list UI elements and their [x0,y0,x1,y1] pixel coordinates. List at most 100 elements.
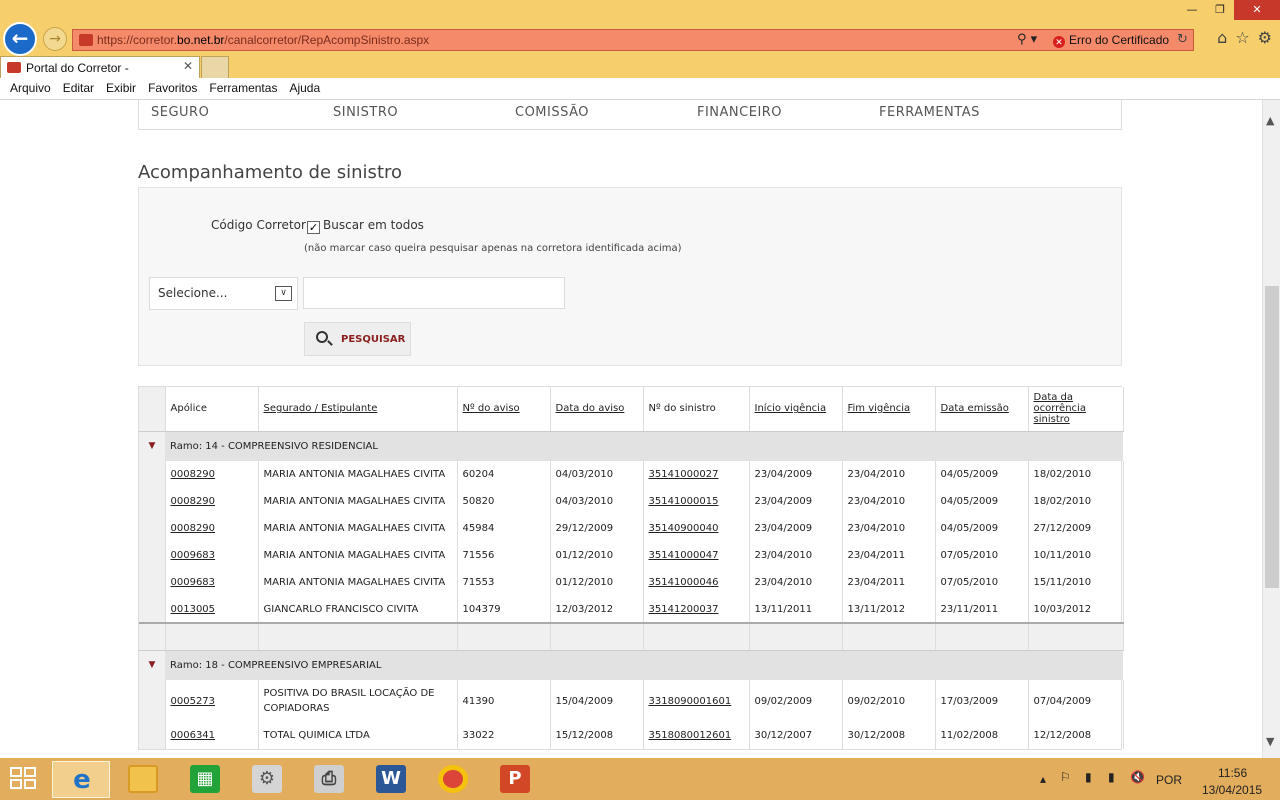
data-ocorrencia-cell: 18/02/2010 [1028,461,1124,488]
tab-portal-corretor[interactable]: Portal do Corretor - ✕ [0,56,200,78]
nav-comissao[interactable]: COMISSÃO [515,105,589,120]
col-segurado[interactable]: Segurado / Estipulante [258,387,458,432]
signal-icon[interactable]: ▮ [1108,770,1115,784]
show-hidden-icons-icon[interactable]: ▴ [1040,772,1046,786]
row-gutter [139,542,166,569]
flag-icon[interactable]: ⚐ [1060,770,1071,784]
apolice-link[interactable]: 0008290 [165,488,259,515]
fim-vigencia-cell: 30/12/2008 [842,722,936,749]
col-data-aviso[interactable]: Data do aviso [550,387,644,432]
footer-cell [550,622,644,651]
taskbar-chrome[interactable] [424,761,482,798]
home-icon[interactable]: ⌂ [1217,28,1227,47]
apolice-link[interactable]: 0009683 [165,569,259,596]
language-indicator[interactable]: POR [1156,773,1182,787]
menu-arquivo[interactable]: Arquivo [10,78,51,99]
taskbar-powerpoint[interactable]: P [486,761,544,798]
apolice-link[interactable]: 0008290 [165,515,259,542]
tab-close-icon[interactable]: ✕ [183,59,193,73]
back-button[interactable]: ← [3,22,37,56]
restore-icon[interactable]: ❐ [1206,0,1234,20]
nav-sinistro[interactable]: SINISTRO [333,105,398,120]
row-gutter [139,596,166,623]
sinistro-link[interactable]: 35141000047 [643,542,750,569]
collapse-group-icon[interactable]: ▼ [139,431,165,461]
nav-financeiro[interactable]: FINANCEIRO [697,105,782,120]
vertical-scrollbar[interactable]: ▲ ▼ [1262,100,1280,758]
taskbar-store[interactable]: ▦ [176,761,234,798]
battery-icon[interactable]: ▮ [1085,770,1092,784]
menu-ferramentas[interactable]: Ferramentas [209,78,277,99]
menu-exibir[interactable]: Exibir [106,78,136,99]
scroll-thumb[interactable] [1265,286,1279,588]
apolice-link[interactable]: 0008290 [165,461,259,488]
footer-cell [457,622,551,651]
address-bar[interactable]: https://corretor.bo.net.br/canalcorretor… [72,29,1194,51]
group-label: Ramo: 18 - COMPREENSIVO EMPRESARIAL [165,650,1123,680]
volume-muted-icon[interactable]: 🔇 [1130,770,1145,784]
clock-time[interactable]: 11:56 [1218,766,1247,780]
collapse-group-icon[interactable]: ▼ [139,650,165,680]
url-text[interactable]: https://corretor.bo.net.br/canalcorretor… [97,33,429,47]
data-emissao-cell: 04/05/2009 [935,515,1029,542]
apolice-link[interactable]: 0006341 [165,722,259,749]
search-type-select[interactable]: Selecione... ∨ [149,277,298,310]
num-aviso-cell: 33022 [457,722,551,749]
buscar-todos-label[interactable]: Buscar em todos [323,218,424,232]
sinistro-link[interactable]: 35141000027 [643,461,750,488]
search-input[interactable] [303,277,565,309]
forward-button[interactable]: → [43,27,67,51]
data-emissao-cell: 04/05/2009 [935,461,1029,488]
group-row: ▼ Ramo: 14 - COMPREENSIVO RESIDENCIAL [139,431,1123,461]
refresh-icon[interactable]: ↻ [1177,32,1188,47]
taskbar-internet-explorer[interactable]: e [52,761,110,798]
scroll-down-icon[interactable]: ▼ [1266,735,1274,748]
col-num-aviso[interactable]: Nº do aviso [457,387,551,432]
data-ocorrencia-cell: 10/03/2012 [1028,596,1124,623]
segurado-cell: MARIA ANTONIA MAGALHAES CIVITA [258,515,458,542]
scroll-up-icon[interactable]: ▲ [1266,114,1274,127]
data-aviso-cell: 12/03/2012 [550,596,644,623]
sinistro-link[interactable]: 3518080012601 [643,722,750,749]
certificate-error[interactable]: ✕ Erro do Certificado [1053,33,1169,48]
nav-ferramentas[interactable]: FERRAMENTAS [879,105,980,120]
sinistro-link[interactable]: 35141000015 [643,488,750,515]
footer-cell [165,622,259,651]
col-inicio-vigencia[interactable]: Início vigência [749,387,843,432]
menu-bar: Arquivo Editar Exibir Favoritos Ferramen… [0,78,1280,100]
nav-seguro[interactable]: SEGURO [151,105,209,120]
buscar-todos-checkbox[interactable]: ✓ [307,221,320,234]
favorites-star-icon[interactable]: ☆ [1235,28,1249,47]
footer-cell [258,622,458,651]
segurado-cell: MARIA ANTONIA MAGALHAES CIVITA [258,542,458,569]
windows-start-icon[interactable] [10,767,38,791]
col-data-ocorrencia[interactable]: Data da ocorrência sinistro [1028,387,1124,432]
close-window-icon[interactable]: ✕ [1234,0,1280,20]
taskbar-fax[interactable]: ⎙ [300,761,358,798]
tab-favicon-icon [7,62,21,73]
apolice-link[interactable]: 0013005 [165,596,259,623]
settings-gear-icon[interactable]: ⚙ [1258,28,1272,47]
taskbar-file-explorer[interactable] [114,761,172,798]
clock-date[interactable]: 13/04/2015 [1202,783,1262,797]
sinistro-link[interactable]: 35141200037 [643,596,750,623]
menu-editar[interactable]: Editar [63,78,94,99]
menu-favoritos[interactable]: Favoritos [148,78,197,99]
data-aviso-cell: 04/03/2010 [550,461,644,488]
taskbar-word[interactable]: W [362,761,420,798]
new-tab-button[interactable] [201,56,229,78]
col-fim-vigencia[interactable]: Fim vigência [842,387,936,432]
menu-ajuda[interactable]: Ajuda [289,78,320,99]
site-favicon-icon [79,34,93,46]
apolice-link[interactable]: 0005273 [165,680,259,722]
apolice-link[interactable]: 0009683 [165,542,259,569]
taskbar-app-4[interactable]: ⚙ [238,761,296,798]
col-data-emissao[interactable]: Data emissão [935,387,1029,432]
search-dropdown-icon[interactable]: ⚲ ▾ [1017,32,1037,47]
chevron-down-icon[interactable]: ∨ [275,286,292,301]
pesquisar-button[interactable]: PESQUISAR [304,322,411,356]
sinistro-link[interactable]: 35141000046 [643,569,750,596]
minimize-icon[interactable]: — [1178,0,1206,20]
sinistro-link[interactable]: 3318090001601 [643,680,750,722]
sinistro-link[interactable]: 35140900040 [643,515,750,542]
